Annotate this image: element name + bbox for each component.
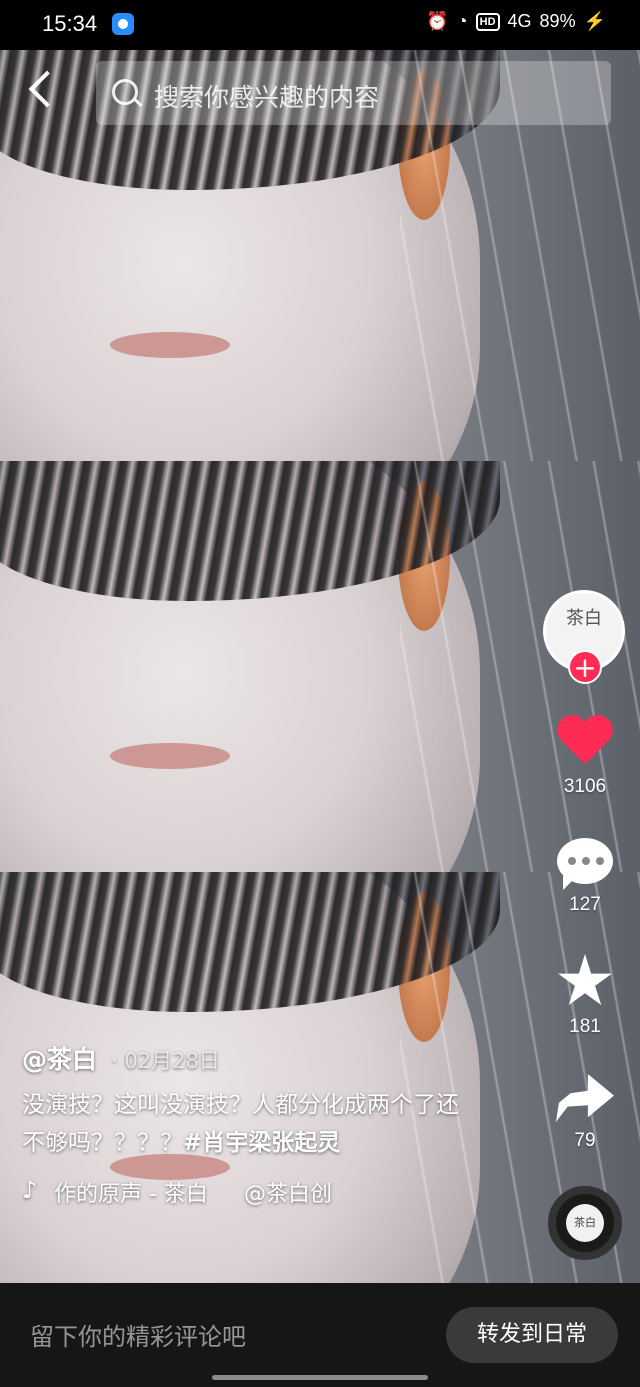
comment-icon bbox=[557, 838, 613, 890]
favorite-button[interactable]: 181 bbox=[535, 954, 635, 1038]
disc-cover-text: 茶白 bbox=[566, 1204, 604, 1242]
like-button[interactable]: 3106 bbox=[535, 716, 635, 798]
share-button[interactable]: 79 bbox=[535, 1074, 635, 1152]
post-date: · 02月28日 bbox=[111, 1049, 220, 1073]
home-indicator[interactable] bbox=[212, 1375, 428, 1380]
comment-count: 127 bbox=[569, 894, 601, 915]
search-icon bbox=[112, 79, 138, 105]
battery-label: 89% bbox=[539, 11, 576, 31]
music-note-icon bbox=[22, 1176, 44, 1204]
bottom-bar: 留下你的精彩评论吧 转发到日常 bbox=[0, 1283, 640, 1387]
search-placeholder: 搜索你感兴趣的内容 bbox=[154, 83, 380, 112]
hashtag-link[interactable]: #肖宇梁张起灵 bbox=[183, 1130, 340, 1156]
like-count: 3106 bbox=[563, 776, 607, 797]
comment-button[interactable]: 127 bbox=[535, 838, 635, 916]
music-disc-icon[interactable]: 茶白 bbox=[548, 1186, 622, 1260]
comment-input[interactable]: 留下你的精彩评论吧 bbox=[30, 1317, 246, 1352]
post-caption: @茶白 · 02月28日 没演技？这叫没演技？人都分化成两个了还不够吗？？？？#… bbox=[22, 1040, 462, 1208]
favorite-count: 181 bbox=[569, 1016, 601, 1037]
video-frame-middle bbox=[0, 461, 640, 872]
app-notification-icon bbox=[112, 13, 134, 35]
status-time: 15:34 bbox=[42, 11, 98, 36]
share-icon bbox=[556, 1074, 614, 1122]
share-count: 79 bbox=[574, 1130, 596, 1151]
hd-badge: HD bbox=[475, 12, 500, 31]
heart-icon bbox=[555, 716, 615, 770]
music-info[interactable]: 作的原声 - 茶白 @茶白创 bbox=[22, 1176, 462, 1208]
post-description: 没演技？这叫没演技？人都分化成两个了还不够吗？？？？#肖宇梁张起灵 bbox=[22, 1086, 462, 1162]
status-indicators: ⏰ ◔ HD 4G 89% ⚡ bbox=[426, 11, 606, 32]
author-name[interactable]: @茶白 bbox=[22, 1040, 97, 1076]
music-author: @茶白创 bbox=[243, 1182, 332, 1207]
status-bar: 15:34 ⏰ ◔ HD 4G 89% ⚡ bbox=[0, 0, 640, 50]
charging-icon: ⚡ bbox=[583, 11, 606, 31]
star-icon bbox=[558, 954, 612, 1005]
signal-label: 4G bbox=[507, 11, 532, 31]
alarm-icon: ⏰ bbox=[426, 11, 449, 31]
music-title: 作的原声 - 茶白 bbox=[54, 1182, 208, 1207]
wifi-icon: ◔ bbox=[456, 11, 468, 31]
avatar-text: 茶白 bbox=[566, 608, 602, 629]
repost-button[interactable]: 转发到日常 bbox=[446, 1307, 618, 1363]
search-bar[interactable]: 搜索你感兴趣的内容 bbox=[96, 61, 611, 125]
follow-button[interactable]: + bbox=[568, 650, 602, 684]
